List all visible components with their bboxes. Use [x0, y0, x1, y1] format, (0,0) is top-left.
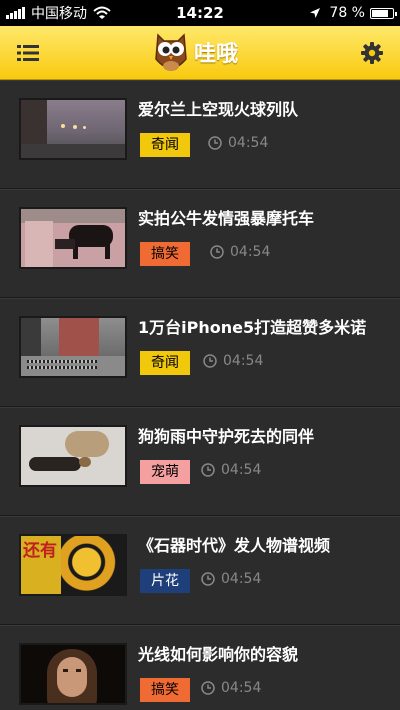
clock-icon	[201, 681, 215, 695]
video-list: 爱尔兰上空现火球列队 奇闻 04:54 实拍公牛发情强暴摩托车 搞笑 04:54	[0, 80, 400, 710]
category-tag: 宠萌	[140, 460, 190, 484]
app-logo: 哇哦	[152, 29, 238, 75]
video-thumbnail	[19, 207, 127, 269]
video-thumbnail	[19, 643, 127, 705]
list-item[interactable]: 狗狗雨中守护死去的同伴 宠萌 04:54	[0, 407, 400, 516]
clock-icon	[203, 354, 217, 368]
video-duration: 04:54	[201, 571, 261, 587]
video-thumbnail	[19, 425, 127, 487]
duration-text: 04:54	[221, 462, 262, 478]
status-bar: 中国移动 14:22 78 %	[0, 0, 400, 26]
menu-icon[interactable]	[14, 39, 42, 67]
video-thumbnail: 还有	[19, 534, 127, 596]
video-title: 狗狗雨中守护死去的同伴	[138, 427, 315, 446]
owl-logo-icon	[155, 33, 187, 71]
video-thumbnail	[19, 98, 127, 160]
video-title: 《石器时代》发人物谱视频	[138, 536, 331, 555]
category-tag: 搞笑	[140, 678, 190, 702]
video-duration: 04:54	[201, 680, 261, 696]
app-title: 哇哦	[194, 42, 239, 67]
battery-icon	[370, 7, 397, 19]
video-title: 爱尔兰上空现火球列队	[138, 100, 299, 119]
category-tag: 片花	[140, 569, 190, 593]
duration-text: 04:54	[230, 244, 271, 260]
clock-icon	[210, 245, 224, 259]
video-duration: 04:54	[203, 353, 263, 369]
settings-gear-icon[interactable]	[358, 39, 386, 67]
list-item[interactable]: 实拍公牛发情强暴摩托车 搞笑 04:54	[0, 189, 400, 298]
duration-text: 04:54	[223, 353, 264, 369]
clock-icon	[201, 572, 215, 586]
video-thumbnail	[19, 316, 127, 378]
battery-percent: 78 %	[329, 5, 365, 21]
category-tag: 奇闻	[140, 133, 190, 157]
video-duration: 04:54	[201, 462, 261, 478]
clock-icon	[201, 463, 215, 477]
duration-text: 04:54	[228, 135, 269, 151]
nav-bar: 哇哦	[0, 26, 400, 80]
video-duration: 04:54	[208, 135, 268, 151]
category-tag: 奇闻	[140, 351, 190, 375]
list-item[interactable]: 爱尔兰上空现火球列队 奇闻 04:54	[0, 80, 400, 189]
list-item[interactable]: 1万台iPhone5打造超赞多米诺 奇闻 04:54	[0, 298, 400, 407]
video-duration: 04:54	[210, 244, 270, 260]
category-tag: 搞笑	[140, 242, 190, 266]
duration-text: 04:54	[221, 571, 262, 587]
clock-icon	[208, 136, 222, 150]
list-item[interactable]: 还有 《石器时代》发人物谱视频 片花 04:54	[0, 516, 400, 625]
video-title: 1万台iPhone5打造超赞多米诺	[138, 318, 367, 337]
duration-text: 04:54	[221, 680, 262, 696]
video-title: 光线如何影响你的容貌	[138, 645, 299, 664]
location-icon	[310, 8, 321, 18]
video-title: 实拍公牛发情强暴摩托车	[138, 209, 315, 228]
list-item[interactable]: 光线如何影响你的容貌 搞笑 04:54	[0, 625, 400, 710]
